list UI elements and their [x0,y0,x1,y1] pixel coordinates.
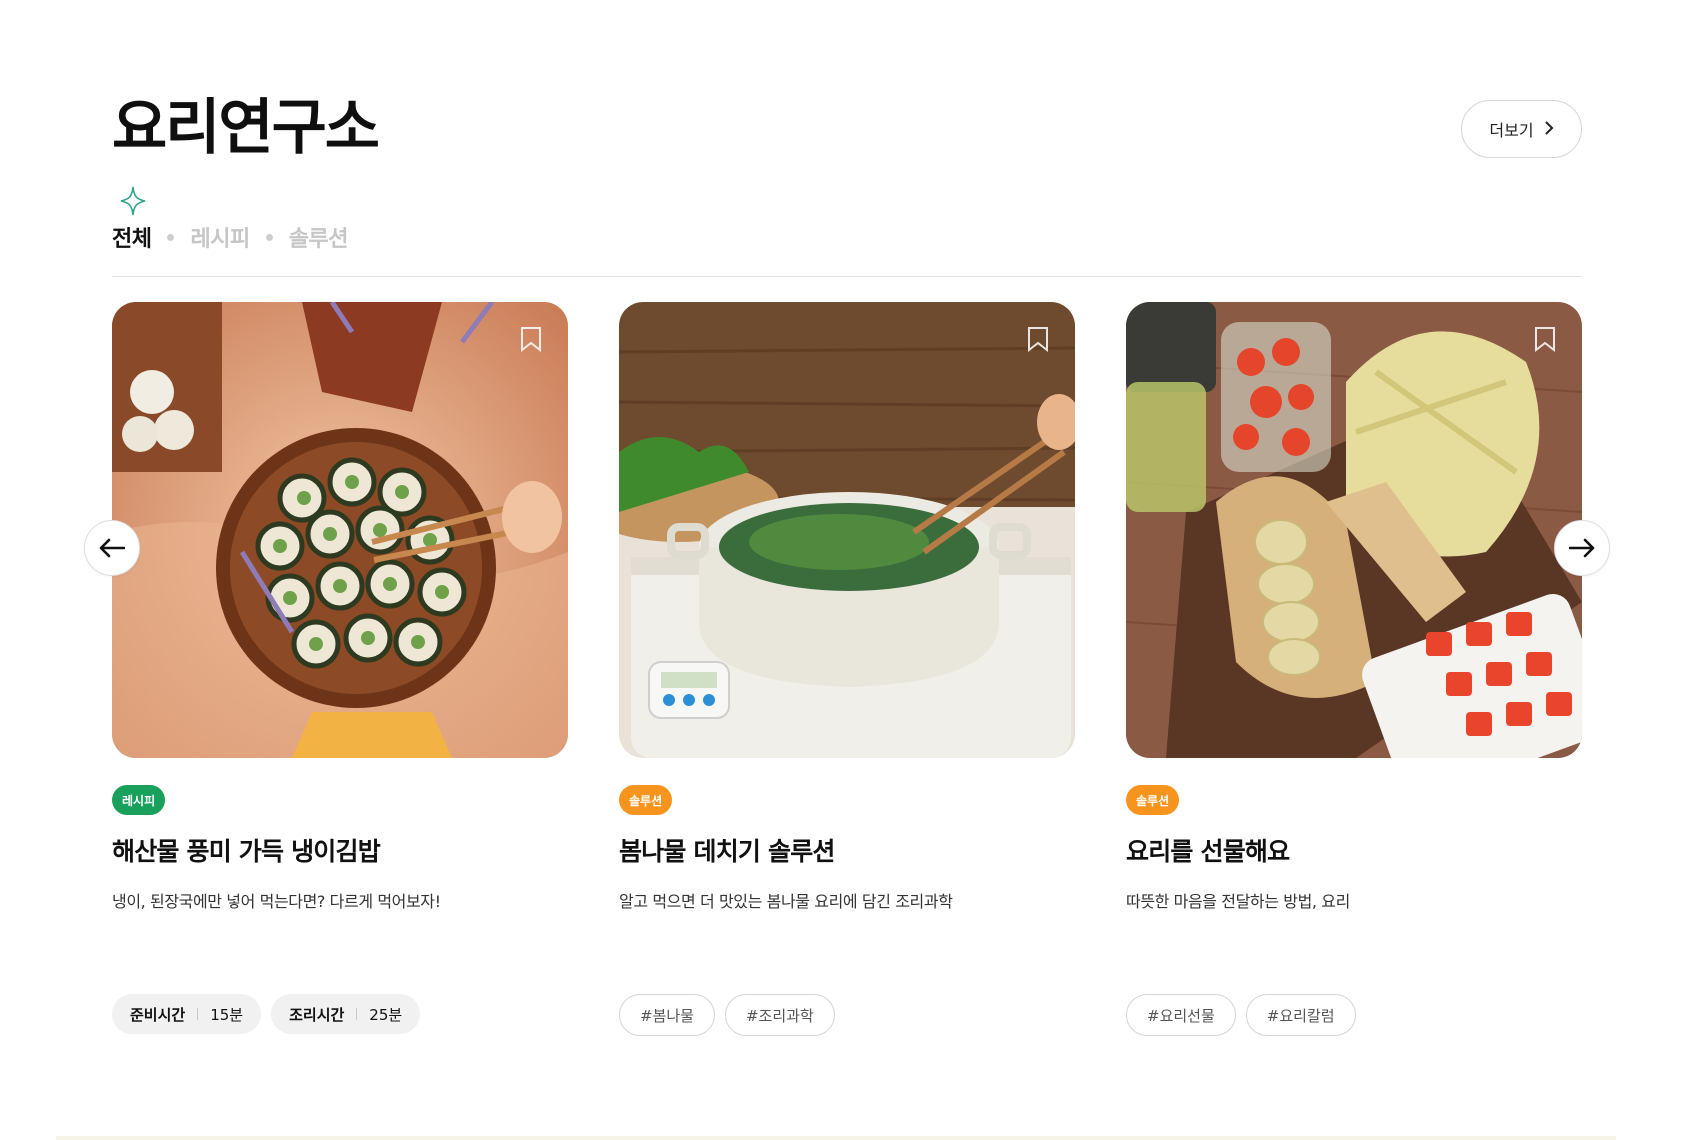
category-badge: 솔루션 [619,785,673,815]
carousel-prev-button[interactable] [84,520,140,576]
card-title[interactable]: 해산물 풍미 가득 냉이김밥 [112,832,381,868]
card-tags: #봄나물 #조리과학 [619,994,835,1036]
card-title[interactable]: 봄나물 데치기 솔루션 [619,832,835,868]
card-description: 알고 먹으면 더 맛있는 봄나물 요리에 담긴 조리과학 [619,892,953,911]
prep-time-label: 준비시간 [130,1005,186,1024]
card-description: 냉이, 된장국에만 넣어 먹는다면? 다르게 먹어보자! [112,892,441,911]
hashtag-chip[interactable]: #봄나물 [619,994,715,1036]
arrow-left-icon [99,538,125,558]
tab-recipe[interactable]: 레시피 [190,221,250,253]
bookmark-icon[interactable] [1027,326,1049,352]
carousel-next-button[interactable] [1554,520,1610,576]
cook-time-chip: 조리시간 25분 [271,994,421,1034]
chip-separator [197,1008,199,1020]
section-divider [112,276,1582,277]
bookmark-icon[interactable] [1534,326,1556,352]
chip-separator [356,1008,358,1020]
tab-separator-dot [167,233,175,241]
arrow-right-icon [1569,538,1595,558]
solution-card[interactable]: 솔루션 요리를 선물해요 따뜻한 마음을 전달하는 방법, 요리 #요리선물 #… [1126,302,1582,1036]
card-image-food-gift[interactable] [1126,302,1582,758]
tab-solution[interactable]: 솔루션 [289,221,349,253]
prep-time-value: 15분 [210,1005,244,1024]
sparkle-icon [120,186,146,216]
hashtag-chip[interactable]: #요리선물 [1126,994,1236,1036]
card-image-kimbap[interactable] [112,302,568,758]
card-tags: #요리선물 #요리칼럼 [1126,994,1356,1036]
card-meta: 준비시간 15분 조리시간 25분 [112,994,421,1034]
section-title: 요리연구소 [112,93,380,163]
category-badge: 솔루션 [1126,785,1180,815]
hashtag-chip[interactable]: #조리과학 [724,994,835,1036]
prep-time-chip: 준비시간 15분 [112,994,262,1034]
cook-time-value: 25분 [369,1005,403,1024]
card-title[interactable]: 요리를 선물해요 [1126,832,1290,868]
more-button-label: 더보기 [1489,121,1534,140]
card-description: 따뜻한 마음을 전달하는 방법, 요리 [1126,892,1350,911]
bottom-strip [56,1136,1616,1140]
category-badge: 레시피 [112,785,166,815]
cooking-lab-section: 요리연구소 더보기 전체 레시피 솔루션 레시피 해산물 풍미 가득 냉이김밥 … [84,0,1610,1140]
bookmark-icon[interactable] [520,326,542,352]
more-button[interactable]: 더보기 [1461,100,1582,158]
card-image-greens-pot[interactable] [619,302,1075,758]
chevron-right-icon [1544,120,1554,139]
solution-card[interactable]: 솔루션 봄나물 데치기 솔루션 알고 먹으면 더 맛있는 봄나물 요리에 담긴 … [619,302,1075,1036]
tab-separator-dot [265,233,273,241]
recipe-card[interactable]: 레시피 해산물 풍미 가득 냉이김밥 냉이, 된장국에만 넣어 먹는다면? 다르… [112,302,568,1034]
hashtag-chip[interactable]: #요리칼럼 [1245,994,1356,1036]
tab-all[interactable]: 전체 [112,221,152,253]
cook-time-label: 조리시간 [289,1005,345,1024]
